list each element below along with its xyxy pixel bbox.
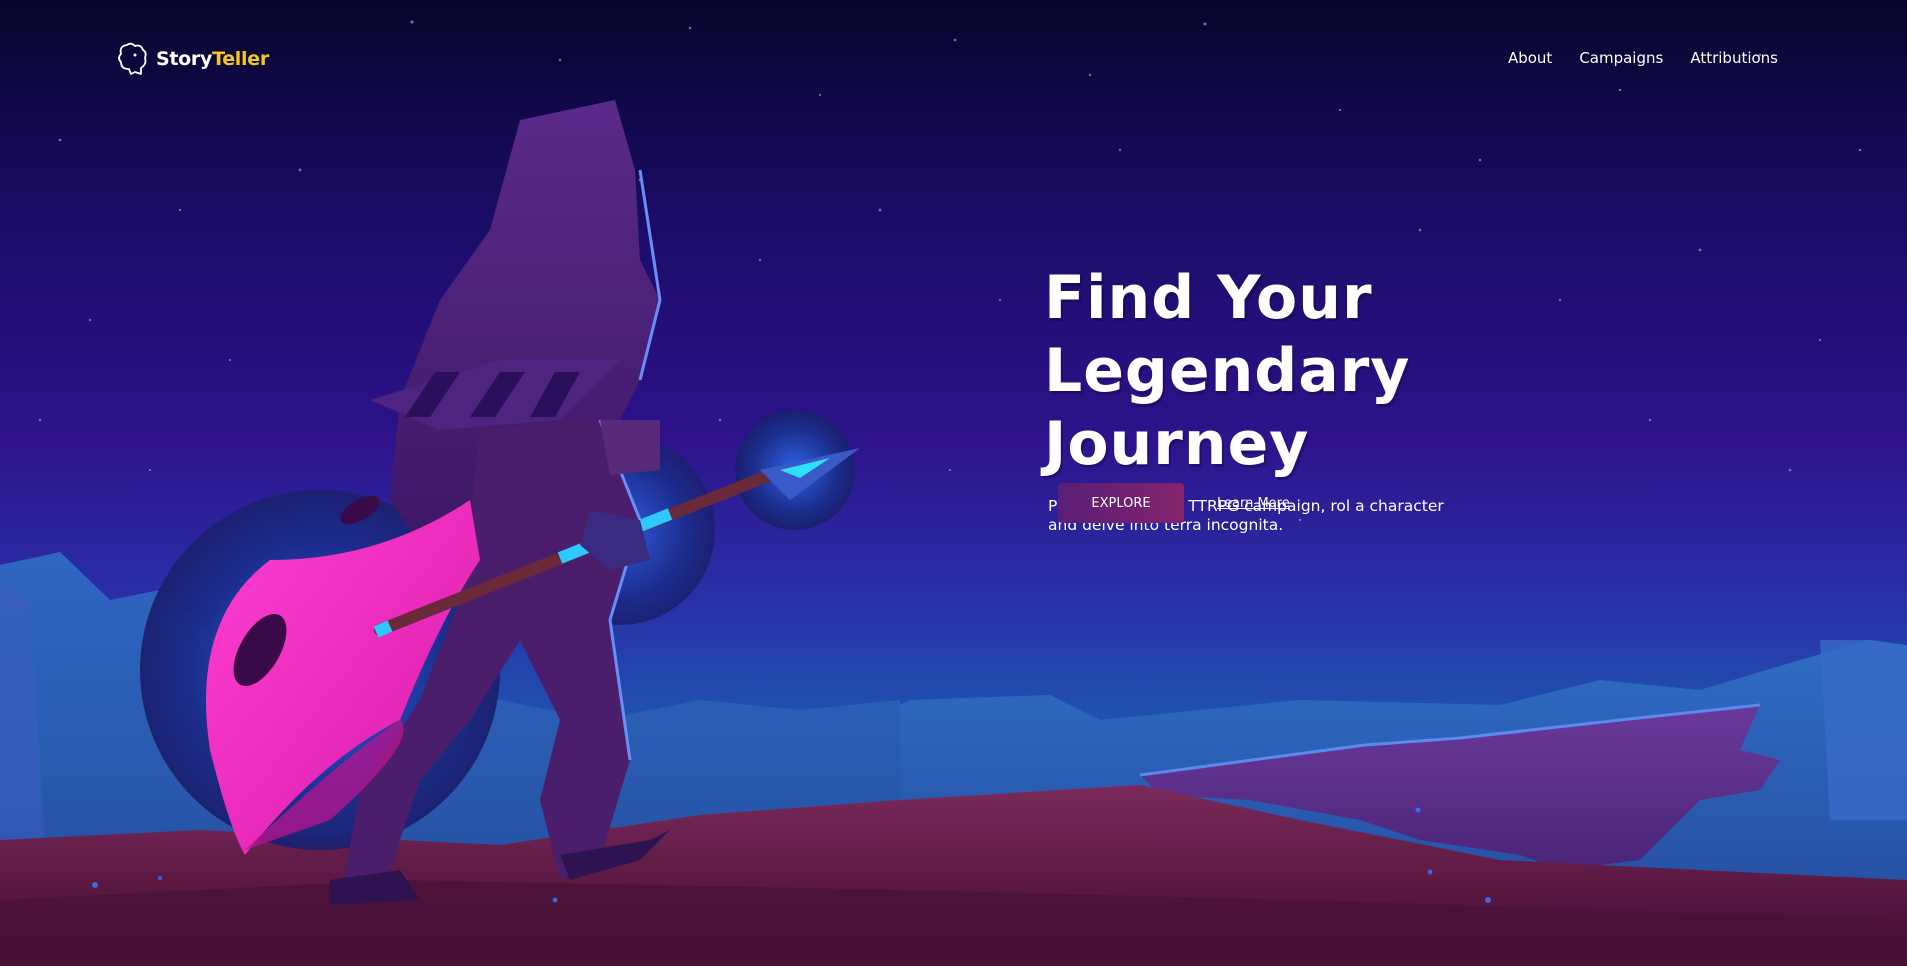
brand-name-story: Story: [156, 47, 213, 70]
brand-name: StoryTeller: [156, 48, 269, 70]
nav-link-attributions[interactable]: Attributions: [1690, 49, 1778, 67]
brand-logo[interactable]: StoryTeller: [117, 42, 269, 75]
brand-name-teller: Teller: [212, 47, 269, 70]
nav-links: About Campaigns Attributions: [1508, 49, 1778, 67]
learn-more-link[interactable]: Learn More: [1217, 496, 1290, 511]
logo-icon-spacer: [117, 42, 150, 75]
explore-button[interactable]: EXPLORE: [1058, 483, 1184, 523]
nav-link-campaigns[interactable]: Campaigns: [1579, 49, 1663, 67]
hero-title-line2: Legendary Journey: [1044, 336, 1411, 479]
nav-link-about[interactable]: About: [1508, 49, 1552, 67]
hero-title: Find Your Legendary Journey: [1044, 262, 1664, 481]
hero-actions: EXPLORE Learn More: [1058, 483, 1290, 523]
top-navigation: StoryTeller About Campaigns Attributions: [0, 0, 1907, 120]
hero-section: Find Your Legendary Journey Pick your fa…: [1044, 262, 1664, 535]
hero-title-line1: Find Your: [1044, 263, 1373, 333]
